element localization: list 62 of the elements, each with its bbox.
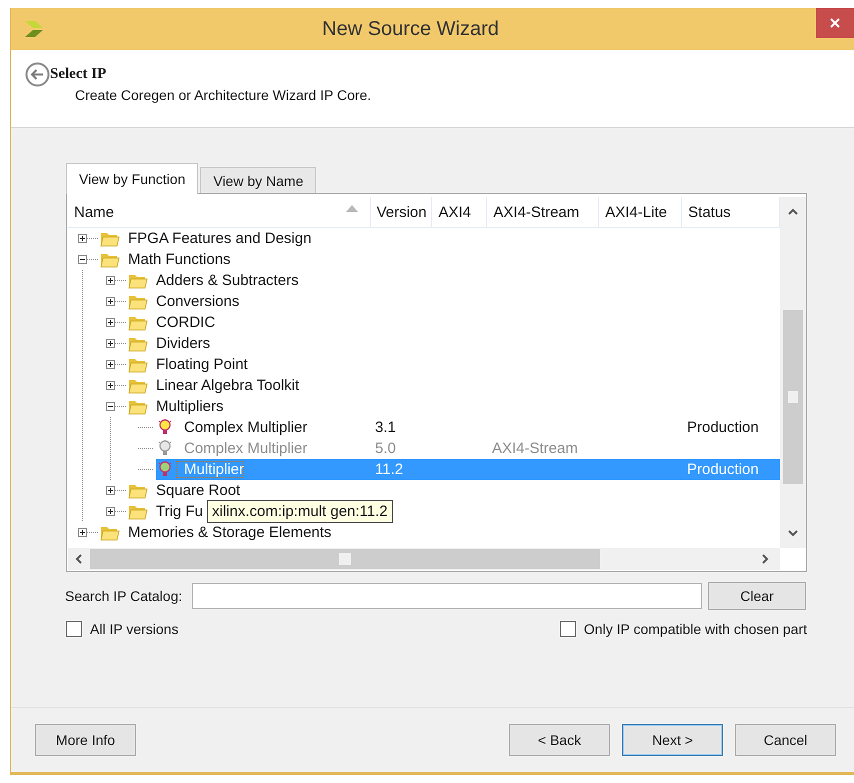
expand-icon[interactable] <box>78 234 87 243</box>
table-cell-text: 11.2 <box>374 461 404 478</box>
sort-icon <box>346 205 358 212</box>
dialog-button[interactable]: < Back <box>509 724 610 756</box>
tree-item[interactable]: Linear Algebra Toolkit <box>148 377 300 394</box>
close-button[interactable] <box>816 8 854 38</box>
default-button[interactable]: Next > <box>622 724 723 756</box>
collapse-icon[interactable] <box>78 255 87 264</box>
tree-item[interactable]: Complex Multiplier <box>176 419 308 436</box>
clear-button[interactable]: Clear <box>708 582 806 610</box>
column-header[interactable]: AXI4-Lite <box>599 197 682 227</box>
expand-icon[interactable] <box>106 360 115 369</box>
table-cell-text: 3.1 <box>374 419 396 436</box>
expand-icon[interactable] <box>106 318 115 327</box>
expand-icon[interactable] <box>106 507 115 516</box>
search-field[interactable] <box>192 583 702 609</box>
tree-item[interactable]: Multipliers <box>148 398 224 415</box>
page-title: Select IP <box>50 66 108 83</box>
scrollbar-thumb[interactable] <box>783 310 803 484</box>
expand-icon[interactable] <box>106 297 115 306</box>
logo-icon <box>23 20 45 38</box>
expand-icon[interactable] <box>78 528 87 537</box>
dialog-button[interactable]: More Info <box>35 724 136 756</box>
tree-item-label: Multiplier <box>176 461 244 478</box>
table-cell-text: 5.0 <box>374 440 396 457</box>
tab[interactable]: View by Name <box>200 167 316 193</box>
tab[interactable]: View by Function <box>66 163 198 194</box>
expand-icon[interactable] <box>106 339 115 348</box>
checkbox-label: Only IP compatible with chosen part <box>584 621 807 637</box>
horizontal-scrollbar[interactable] <box>68 548 780 570</box>
scrollbar-thumb[interactable] <box>90 549 600 569</box>
tree-item[interactable]: Math Functions <box>120 251 231 268</box>
tree-item[interactable]: Dividers <box>148 335 210 352</box>
tree-item[interactable]: Adders & Subtracters <box>148 272 299 289</box>
expand-icon[interactable] <box>106 381 115 390</box>
table-cell-text: AXI4-Stream <box>491 440 578 457</box>
expand-icon[interactable] <box>106 486 115 495</box>
collapse-icon[interactable] <box>106 402 115 411</box>
checkbox-label: All IP versions <box>90 621 178 637</box>
window-title: New Source Wizard <box>321 18 500 40</box>
tree-item[interactable]: Square Root <box>148 482 240 499</box>
column-header[interactable]: AXI4 <box>432 197 488 227</box>
tree-item[interactable]: Memories & Storage Elements <box>120 524 332 541</box>
table-cell-text: Production <box>686 461 759 478</box>
tooltip: xilinx.com:ip:mult gen:11.2 <box>207 500 393 523</box>
tree-item[interactable]: FPGA Features and Design <box>120 230 312 247</box>
expand-icon[interactable] <box>106 276 115 285</box>
tree-item[interactable]: Floating Point <box>148 356 248 373</box>
search-label: Search IP Catalog: <box>65 588 184 604</box>
checkbox[interactable] <box>66 621 82 637</box>
tree-item[interactable]: CORDIC <box>148 314 216 331</box>
column-header[interactable]: AXI4-Stream <box>487 197 600 227</box>
column-header[interactable]: Name <box>68 197 371 227</box>
checkbox[interactable] <box>560 621 576 637</box>
tree-item[interactable]: Conversions <box>148 293 240 310</box>
dialog-button[interactable]: Cancel <box>735 724 836 756</box>
vertical-scrollbar[interactable] <box>780 197 806 548</box>
close-icon <box>829 17 841 29</box>
page-subtitle: Create Coregen or Architecture Wizard IP Core. <box>75 87 372 103</box>
column-header[interactable]: Version <box>370 197 432 227</box>
tree-item[interactable]: Trig Fu <box>148 503 203 520</box>
table-cell-text: Production <box>686 419 759 436</box>
